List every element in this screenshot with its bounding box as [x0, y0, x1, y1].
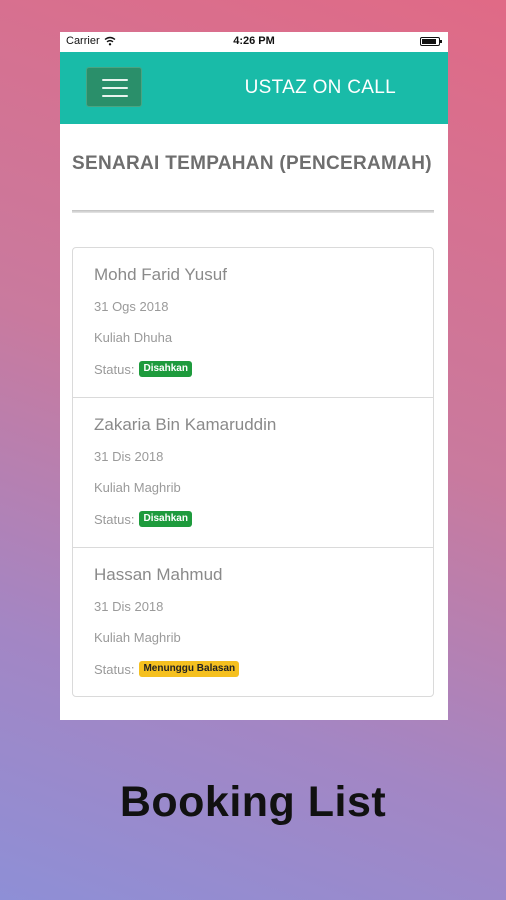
status-time: 4:26 PM	[233, 35, 275, 47]
booking-name: Mohd Farid Yusuf	[94, 265, 227, 284]
promo-caption: Booking List	[119, 778, 387, 826]
booking-name: Zakaria Bin Kamaruddin	[94, 415, 277, 434]
booking-status: Status: Menunggu Balasan	[94, 661, 240, 677]
menu-button[interactable]	[86, 67, 142, 107]
page-title: SENARAI TEMPAHAN (PENCERAMAH)	[72, 153, 432, 174]
status-badge: Menunggu Balasan	[139, 661, 240, 677]
booking-type: Kuliah Dhuha	[94, 330, 173, 345]
hamburger-icon-line	[102, 95, 128, 97]
booking-date: 31 Dis 2018	[94, 449, 164, 464]
app-title: USTAZ ON CALL	[244, 77, 396, 98]
status-label: Status:	[94, 361, 135, 377]
booking-list: Mohd Farid Yusuf 31 Ogs 2018 Kuliah Dhuh…	[72, 247, 434, 697]
booking-date: 31 Ogs 2018	[94, 299, 169, 314]
hamburger-icon-line	[102, 87, 128, 89]
booking-item[interactable]: Hassan Mahmud 31 Dis 2018 Kuliah Maghrib…	[73, 548, 433, 696]
status-badge: Disahkan	[139, 511, 192, 527]
booking-date: 31 Dis 2018	[94, 599, 164, 614]
status-bar: Carrier 4:26 PM	[60, 32, 448, 52]
booking-item[interactable]: Zakaria Bin Kamaruddin 31 Dis 2018 Kulia…	[73, 398, 433, 548]
booking-status: Status: Disahkan	[94, 511, 192, 527]
phone-screen: Carrier 4:26 PM USTAZ ON CALL SENARAI TE…	[60, 32, 448, 720]
booking-name: Hassan Mahmud	[94, 565, 223, 584]
title-divider	[72, 210, 434, 213]
booking-type: Kuliah Maghrib	[94, 630, 181, 645]
booking-item[interactable]: Mohd Farid Yusuf 31 Ogs 2018 Kuliah Dhuh…	[73, 248, 433, 398]
status-badge: Disahkan	[139, 361, 192, 377]
status-label: Status:	[94, 511, 135, 527]
booking-type: Kuliah Maghrib	[94, 480, 181, 495]
booking-status: Status: Disahkan	[94, 361, 192, 377]
top-navbar: USTAZ ON CALL	[60, 52, 448, 124]
status-label: Status:	[94, 661, 135, 677]
battery-icon	[420, 37, 442, 46]
hamburger-icon-line	[102, 79, 128, 81]
